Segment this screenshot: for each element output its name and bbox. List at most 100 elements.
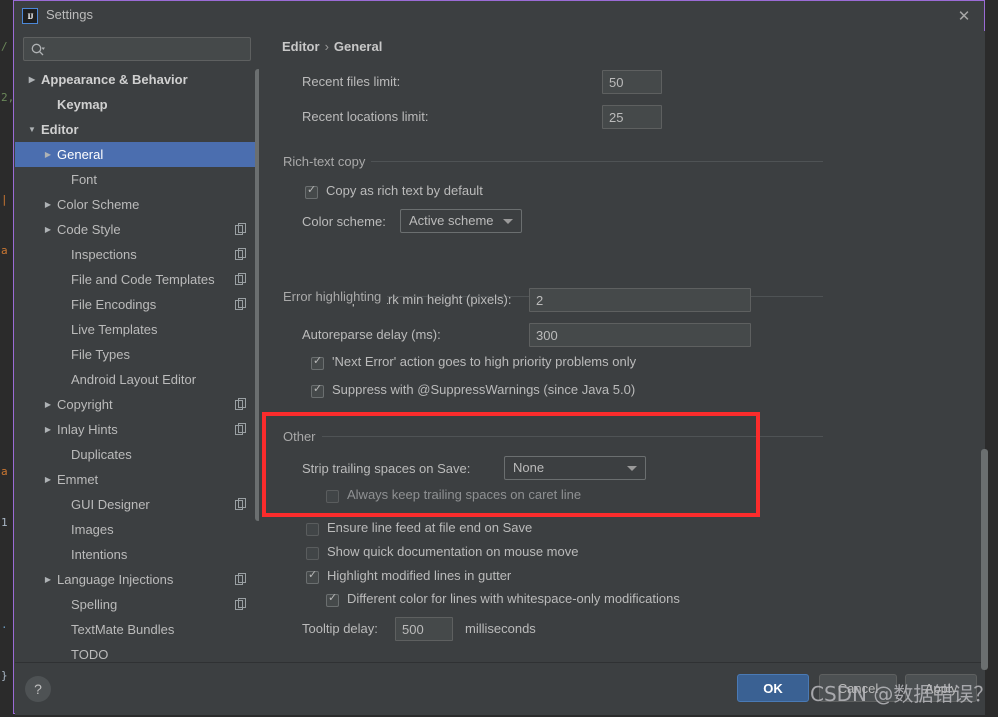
- copy-settings-icon[interactable]: [235, 298, 247, 310]
- copy-settings-icon[interactable]: [235, 223, 247, 235]
- sidebar-item-editor[interactable]: ▼ Editor: [15, 117, 259, 142]
- sidebar-item-textmate-bundles[interactable]: TextMate Bundles: [15, 617, 259, 642]
- sidebar-item-keymap[interactable]: Keymap: [15, 92, 259, 117]
- next-error-label: 'Next Error' action goes to high priorit…: [332, 354, 637, 369]
- ensure-line-feed-label: Ensure line feed at file end on Save: [327, 520, 533, 535]
- chevron-right-icon[interactable]: ▶: [41, 192, 55, 217]
- ok-button[interactable]: OK: [737, 674, 809, 702]
- chevron-right-icon[interactable]: ▶: [41, 392, 55, 417]
- highlight-modified-lines-checkbox[interactable]: [306, 569, 319, 584]
- sidebar-item-label: File Types: [71, 347, 131, 362]
- sidebar-item-language-injections[interactable]: ▶ Language Injections: [15, 567, 259, 592]
- copy-settings-icon[interactable]: [235, 498, 247, 510]
- ensure-line-feed-checkbox[interactable]: [306, 523, 319, 536]
- rich-text-copy-section-title: Rich-text copy: [283, 154, 372, 169]
- suppress-warnings-checkbox[interactable]: [311, 383, 324, 398]
- sidebar-item-label: Images: [71, 522, 114, 537]
- error-highlighting-section-title: Error highlighting: [283, 289, 388, 304]
- different-color-label: Different color for lines with whitespac…: [347, 591, 680, 606]
- breadcrumb-leaf: General: [333, 39, 383, 54]
- chevron-right-icon[interactable]: ▶: [41, 217, 55, 242]
- sidebar-item-emmet[interactable]: ▶ Emmet: [15, 467, 259, 492]
- copy-settings-icon[interactable]: [235, 273, 247, 285]
- autoreparse-delay-input[interactable]: [529, 323, 751, 347]
- chevron-right-icon[interactable]: ▶: [41, 567, 55, 592]
- sidebar-item-duplicates[interactable]: Duplicates: [15, 442, 259, 467]
- copy-as-rich-text-label: Copy as rich text by default: [326, 183, 483, 198]
- sidebar-item-label: Appearance & Behavior: [41, 72, 188, 87]
- sidebar-item-label: GUI Designer: [71, 497, 150, 512]
- sidebar-item-label: Spelling: [71, 597, 118, 612]
- suppress-warnings-label: Suppress with @SuppressWarnings (since J…: [332, 382, 636, 397]
- recent-files-limit-label: Recent files limit:: [302, 74, 401, 89]
- recent-locations-limit-input[interactable]: [602, 105, 662, 129]
- always-keep-trailing-checkbox[interactable]: [326, 490, 339, 503]
- sidebar-item-spelling[interactable]: Spelling: [15, 592, 259, 617]
- sidebar-item-appearance-behavior[interactable]: ▶ Appearance & Behavior: [15, 67, 259, 92]
- search-box[interactable]: [23, 37, 251, 61]
- cancel-button[interactable]: Cancel: [819, 674, 897, 702]
- content-scrollbar-thumb[interactable]: [981, 449, 988, 670]
- copy-settings-icon[interactable]: [235, 248, 247, 260]
- strip-trailing-spaces-combobox[interactable]: None: [504, 456, 646, 480]
- copy-as-rich-text-checkbox[interactable]: [305, 184, 318, 199]
- sidebar-item-file-encodings[interactable]: File Encodings: [15, 292, 259, 317]
- sidebar-item-copyright[interactable]: ▶ Copyright: [15, 392, 259, 417]
- sidebar-item-label: Code Style: [57, 222, 121, 237]
- sidebar-item-label: Inspections: [71, 247, 137, 262]
- chevron-right-icon[interactable]: ▶: [25, 67, 39, 92]
- show-quick-doc-label: Show quick documentation on mouse move: [327, 544, 579, 559]
- copy-settings-icon[interactable]: [235, 423, 247, 435]
- color-scheme-label: Color scheme:: [302, 214, 386, 229]
- chevron-down-icon[interactable]: ▼: [25, 117, 39, 142]
- recent-files-limit-input[interactable]: [602, 70, 662, 94]
- chevron-right-icon[interactable]: ▶: [41, 142, 55, 167]
- apply-button[interactable]: Apply: [905, 674, 977, 702]
- sidebar-item-live-templates[interactable]: Live Templates: [15, 317, 259, 342]
- sidebar-item-label: Intentions: [71, 547, 128, 562]
- error-stripe-input[interactable]: [529, 288, 751, 312]
- different-color-checkbox[interactable]: [326, 592, 339, 607]
- sidebar-item-intentions[interactable]: Intentions: [15, 542, 259, 567]
- sidebar-item-label: General: [57, 147, 104, 162]
- search-icon: [31, 43, 45, 56]
- sidebar-item-label: Language Injections: [57, 572, 174, 587]
- always-keep-trailing-label: Always keep trailing spaces on caret lin…: [347, 487, 582, 502]
- sidebar-item-inspections[interactable]: Inspections: [15, 242, 259, 267]
- strip-trailing-spaces-value: None: [513, 460, 545, 475]
- intellij-logo-icon: IJ: [22, 8, 38, 24]
- copy-settings-icon[interactable]: [235, 398, 247, 410]
- sidebar-item-android-layout-editor[interactable]: Android Layout Editor: [15, 367, 259, 392]
- sidebar-item-color-scheme[interactable]: ▶ Color Scheme: [15, 192, 259, 217]
- sidebar-item-images[interactable]: Images: [15, 517, 259, 542]
- copy-settings-icon[interactable]: [235, 598, 247, 610]
- color-scheme-combobox[interactable]: Active scheme: [400, 209, 522, 233]
- settings-tree[interactable]: ▶ Appearance & Behavior Keymap ▼ Editor ▶ Gene…: [15, 67, 259, 661]
- sidebar-item-label: File Encodings: [71, 297, 157, 312]
- chevron-right-icon[interactable]: ▶: [41, 417, 55, 442]
- sidebar-item-font[interactable]: Font: [15, 167, 259, 192]
- sidebar-item-todo[interactable]: TODO: [15, 642, 259, 661]
- search-input[interactable]: [50, 40, 250, 60]
- show-quick-doc-checkbox[interactable]: [306, 547, 319, 560]
- sidebar-item-general[interactable]: ▶ General: [15, 142, 259, 167]
- sidebar-item-inlay-hints[interactable]: ▶ Inlay Hints: [15, 417, 259, 442]
- settings-content: Editor › General Recent files limit: Recen…: [259, 31, 985, 661]
- strip-trailing-spaces-label: Strip trailing spaces on Save:: [302, 461, 471, 476]
- sidebar-item-file-and-code-templates[interactable]: File and Code Templates: [15, 267, 259, 292]
- sidebar-item-gui-designer[interactable]: GUI Designer: [15, 492, 259, 517]
- sidebar-item-code-style[interactable]: ▶ Code Style: [15, 217, 259, 242]
- breadcrumb-root[interactable]: Editor: [282, 39, 320, 54]
- sidebar-item-file-types[interactable]: File Types: [15, 342, 259, 367]
- chevron-right-icon[interactable]: ▶: [41, 467, 55, 492]
- close-icon[interactable]: ✕: [954, 7, 974, 27]
- help-icon[interactable]: ?: [25, 676, 51, 702]
- color-scheme-value: Active scheme: [409, 213, 494, 228]
- other-divider: [283, 436, 823, 437]
- tooltip-delay-unit-label: milliseconds: [465, 621, 536, 636]
- next-error-checkbox[interactable]: [311, 355, 324, 370]
- highlight-modified-lines-label: Highlight modified lines in gutter: [327, 568, 512, 583]
- sidebar-item-label: Editor: [41, 122, 79, 137]
- copy-settings-icon[interactable]: [235, 573, 247, 585]
- tooltip-delay-input[interactable]: [395, 617, 453, 641]
